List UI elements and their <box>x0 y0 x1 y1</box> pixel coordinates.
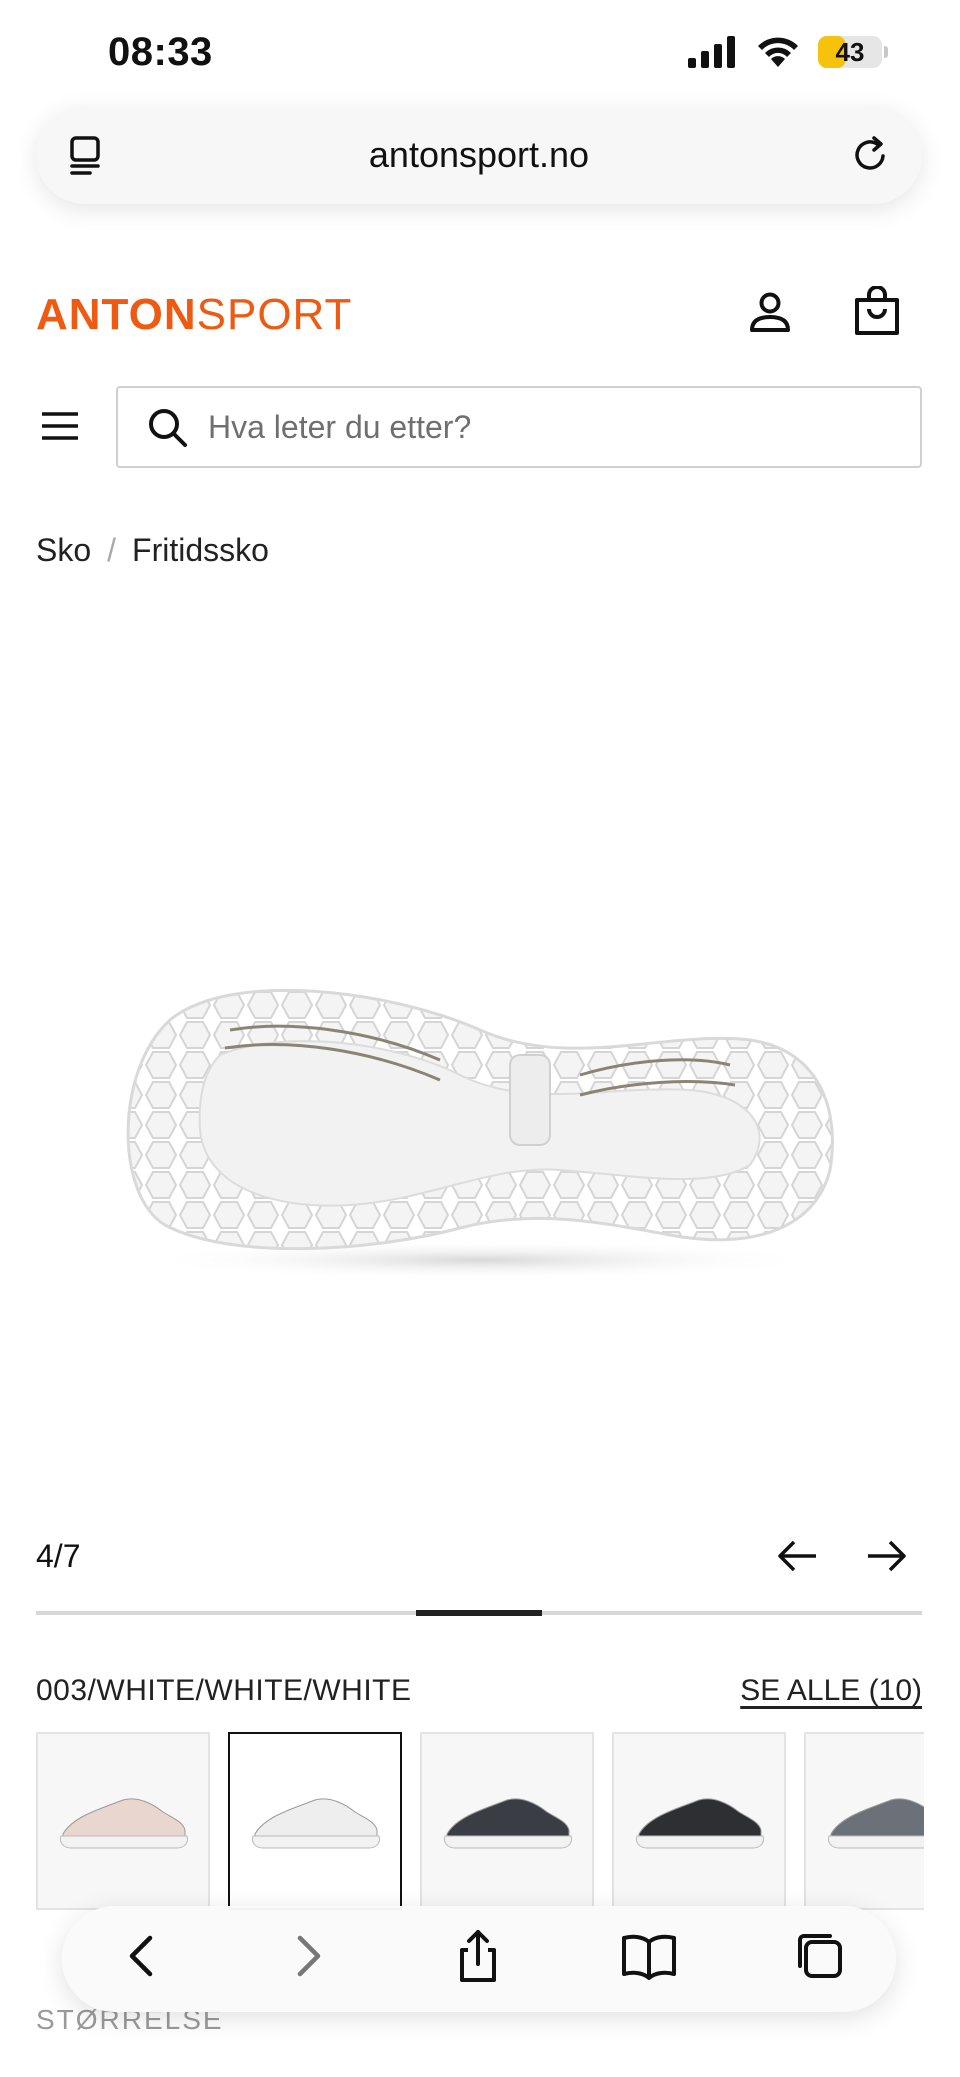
black-white-shoe-image <box>636 1798 764 1849</box>
share-icon[interactable] <box>448 1926 508 1986</box>
product-image-outsole[interactable] <box>110 960 850 1290</box>
bookmarks-icon[interactable] <box>618 1926 680 1986</box>
search-box[interactable] <box>116 386 922 468</box>
battery-indicator: 43 <box>818 36 888 68</box>
forward-icon[interactable] <box>278 1926 338 1986</box>
account-icon[interactable] <box>748 290 792 334</box>
search-input[interactable] <box>206 407 810 447</box>
variant-swatch-grey-shoe[interactable] <box>804 1732 924 1910</box>
breadcrumb-separator: / <box>107 532 117 568</box>
anton-sport-logo[interactable]: ANTONSPORT <box>36 290 352 340</box>
status-icons: 43 <box>688 36 888 68</box>
address-bar[interactable]: antonsport.no <box>36 106 922 204</box>
battery-percent: 43 <box>835 36 865 67</box>
arrow-right-icon[interactable] <box>864 1536 908 1576</box>
bag-icon[interactable] <box>854 286 900 336</box>
tabs-icon[interactable] <box>66 134 106 176</box>
variant-swatches <box>36 1732 924 1910</box>
browser-toolbar <box>62 1906 896 2012</box>
gallery-progress-indicator <box>415 1610 543 1616</box>
selected-variant-label: 003/WHITE/WHITE/WHITE <box>36 1674 412 1707</box>
arrow-left-icon[interactable] <box>776 1536 820 1576</box>
status-time: 08:33 <box>108 30 213 74</box>
menu-icon[interactable] <box>40 410 80 442</box>
variant-swatch-black-shoe[interactable] <box>420 1732 594 1910</box>
breadcrumb-item-sko[interactable]: Sko <box>36 532 91 569</box>
search-icon <box>149 409 187 447</box>
variant-swatch-pink-shoe[interactable] <box>36 1732 210 1910</box>
gallery-progress-track <box>36 1610 922 1616</box>
url-text[interactable]: antonsport.no <box>369 134 589 176</box>
variant-swatch-white-shoe[interactable] <box>228 1732 402 1910</box>
signal-icon <box>688 36 735 68</box>
black-shoe-image <box>444 1798 572 1849</box>
white-shoe-image <box>252 1798 380 1849</box>
back-icon[interactable] <box>112 1926 172 1986</box>
variant-swatch-black-white-shoe[interactable] <box>612 1732 786 1910</box>
reload-icon[interactable] <box>850 134 892 176</box>
gallery-counter: 4/7 <box>36 1538 81 1574</box>
breadcrumb-item-fritidssko[interactable]: Fritidssko <box>132 532 269 569</box>
wifi-icon <box>758 37 798 67</box>
pink-shoe-image <box>60 1798 188 1849</box>
grey-shoe-image <box>828 1798 924 1849</box>
breadcrumb: Sko / Fritidssko <box>36 532 269 569</box>
tabs-overview-icon[interactable] <box>790 1926 850 1986</box>
see-all-variants-link[interactable]: SE ALLE (10) <box>740 1674 922 1708</box>
